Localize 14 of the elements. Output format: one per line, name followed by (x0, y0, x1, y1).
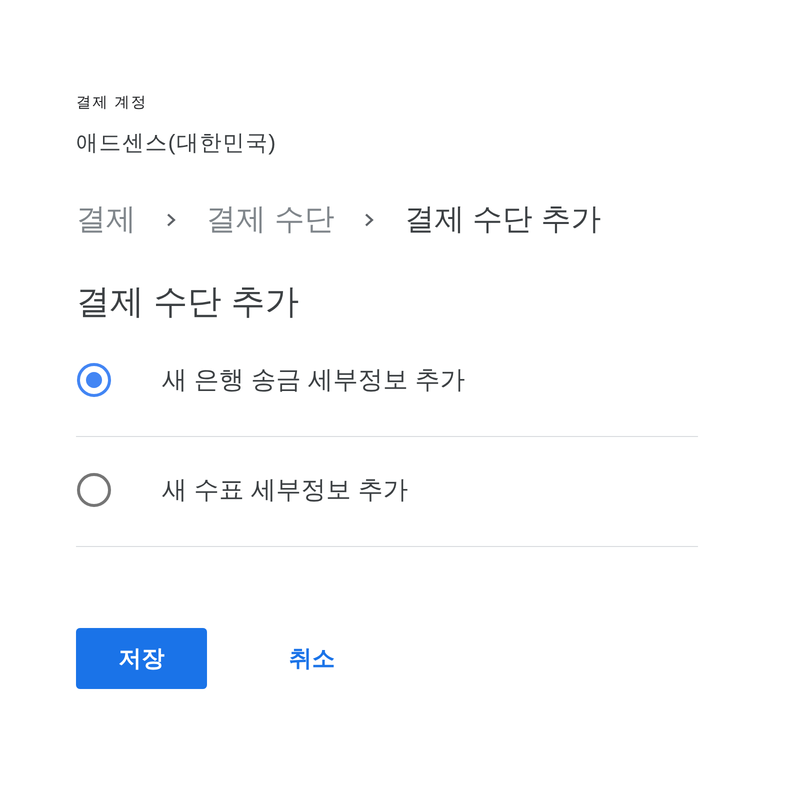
chevron-right-icon (166, 213, 176, 227)
radio-button[interactable] (76, 472, 112, 508)
cancel-button[interactable]: 취소 (277, 636, 347, 680)
account-label: 결제 계정 (76, 93, 148, 113)
breadcrumb-link[interactable]: 결제 (76, 200, 136, 240)
breadcrumb-current: 결제 수단 추가 (404, 202, 602, 238)
save-button[interactable]: 저장 (76, 628, 207, 689)
breadcrumb-link[interactable]: 결제 수단 (206, 200, 334, 240)
chevron-right-icon (364, 213, 374, 227)
option-label: 새 수표 세부정보 추가 (162, 474, 408, 506)
section-heading: 결제 수단 추가 (76, 282, 299, 323)
account-name: 애드센스(대한민국) (76, 129, 277, 157)
option-label: 새 은행 송금 세부정보 추가 (162, 364, 465, 396)
radio-button[interactable] (76, 362, 112, 398)
